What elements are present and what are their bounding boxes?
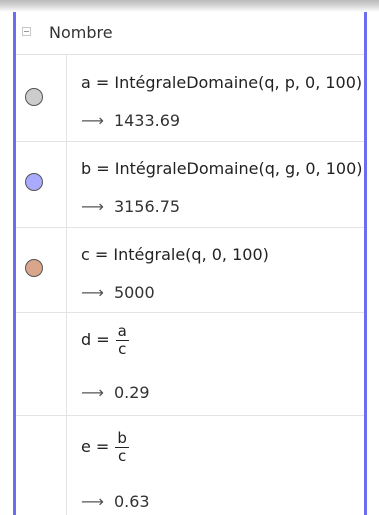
fraction-denominator: c [118,340,127,358]
row-gutter [16,228,67,312]
result-value: 1433.69 [113,111,181,130]
result-line: ⟶ 1433.69 [81,111,180,130]
result-value: 5000 [113,283,155,302]
result-value: 0.29 [113,383,150,402]
algebra-view: Nombre a = IntégraleDomaine(q, p, 0, 100… [13,12,367,515]
result-arrow-icon: ⟶ [81,197,104,216]
row-gutter [16,313,67,415]
fraction-numerator: b [117,429,127,447]
visibility-toggle-icon[interactable] [25,259,43,277]
row-gutter [16,55,67,141]
result-arrow-icon: ⟶ [81,492,104,511]
fraction-numerator: a [117,322,127,340]
row-gutter [16,416,67,515]
result-arrow-icon: ⟶ [81,383,104,402]
fraction: ac [115,322,129,358]
visibility-toggle-icon[interactable] [25,88,43,106]
algebra-row-b[interactable]: b = IntégraleDomaine(q, g, 0, 100) ⟶ 3156… [16,142,364,228]
result-line: ⟶ 5000 [81,283,155,302]
result-value: 0.63 [113,492,150,511]
algebra-row-c[interactable]: c = Intégrale(q, 0, 100) ⟶ 5000 [16,228,364,313]
result-line: ⟶ 0.63 [81,492,150,511]
result-line: ⟶ 3156.75 [81,197,180,216]
definition-text[interactable]: e = b c [81,430,129,465]
collapse-icon[interactable] [22,27,31,36]
algebra-row-e[interactable]: e = b c ⟶ 0.63 [16,416,364,515]
definition-text[interactable]: a = IntégraleDomaine(q, p, 0, 100) [81,73,362,92]
definition-lhs: d = [81,330,110,349]
result-arrow-icon: ⟶ [81,111,104,130]
fraction: bc [115,430,129,465]
top-shadow [0,0,379,12]
result-value: 3156.75 [113,197,181,216]
row-gutter [16,142,67,227]
fraction-denominator: c [117,447,127,465]
definition-text[interactable]: c = Intégrale(q, 0, 100) [81,245,269,264]
category-header[interactable]: Nombre [16,12,364,55]
category-label: Nombre [49,23,113,42]
definition-text[interactable]: d = a c [81,323,129,358]
visibility-toggle-icon[interactable] [25,173,43,191]
algebra-row-d[interactable]: d = a c ⟶ 0.29 [16,313,364,416]
result-arrow-icon: ⟶ [81,283,104,302]
definition-text[interactable]: b = IntégraleDomaine(q, g, 0, 100) [81,159,363,178]
result-line: ⟶ 0.29 [81,383,150,402]
definition-lhs: e = [81,437,110,456]
algebra-row-a[interactable]: a = IntégraleDomaine(q, p, 0, 100) ⟶ 1433… [16,55,364,142]
